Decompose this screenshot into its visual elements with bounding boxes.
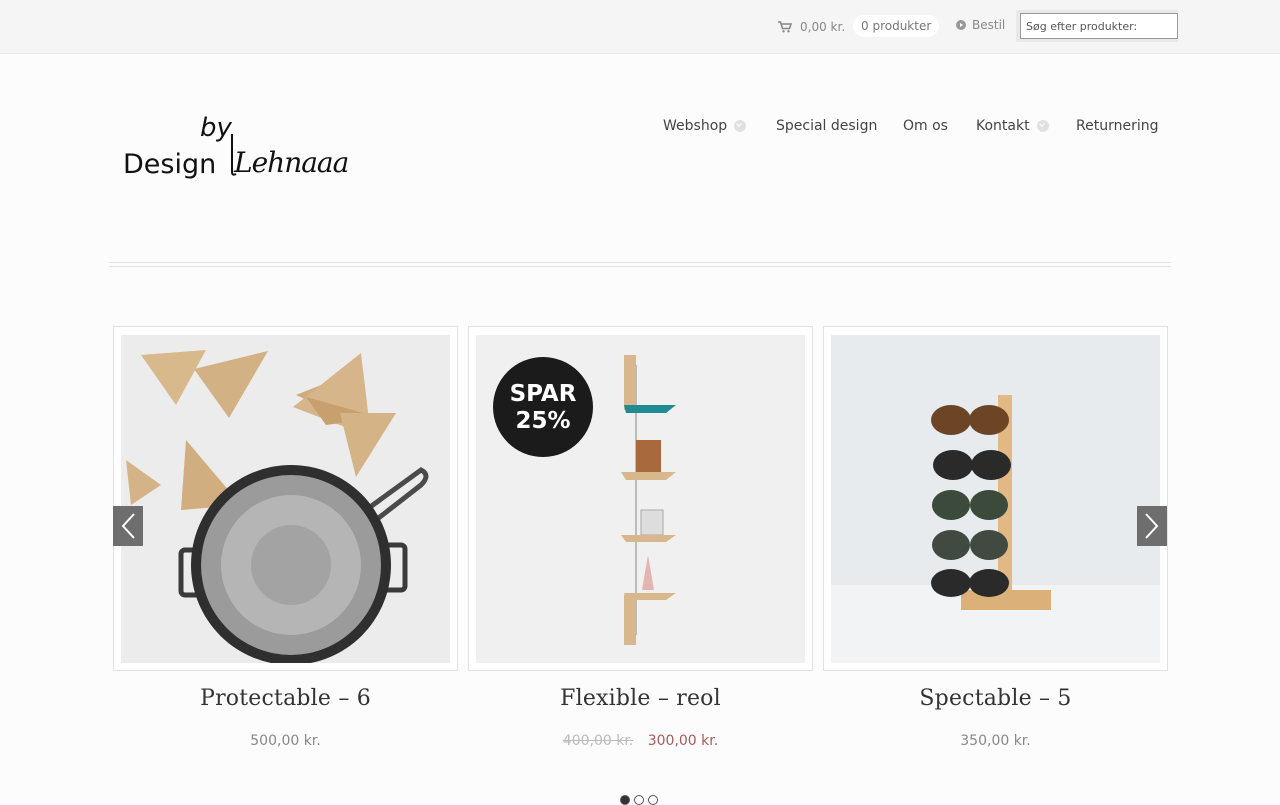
slider-dots [620, 795, 658, 805]
nav-kontakt[interactable]: Kontakt [976, 118, 1049, 134]
product-card[interactable] [823, 326, 1168, 671]
chevron-down-icon [1036, 120, 1049, 132]
svg-text:SPAR: SPAR [510, 381, 577, 407]
product-price: 350,00 kr. [823, 733, 1168, 749]
nav-returnering[interactable]: Returnering [1076, 118, 1158, 134]
nav-om-os[interactable]: Om os [903, 118, 948, 134]
site-logo[interactable]: by Design Lehnaaa [120, 112, 405, 184]
top-bar: 0,00 kr. 0 produkter Bestil [0, 0, 1280, 54]
sale-price: 300,00 kr. [647, 733, 719, 749]
search-box [1016, 10, 1178, 42]
nav-label: Om os [903, 118, 948, 134]
cart-link[interactable]: 0,00 kr. [778, 17, 845, 37]
product-title[interactable]: Spectable – 5 [823, 686, 1168, 711]
search-input[interactable] [1020, 13, 1178, 39]
old-price: 400,00 kr. [562, 733, 634, 749]
svg-text:Lehnaaa: Lehnaaa [233, 146, 348, 179]
price-value: 350,00 kr. [960, 733, 1031, 749]
nav-label: Webshop [663, 118, 728, 134]
chevron-left-icon [121, 513, 135, 539]
product-price: 500,00 kr. [113, 733, 458, 749]
cart-count-badge[interactable]: 0 produkter [853, 15, 940, 37]
nav-label: Returnering [1076, 118, 1159, 134]
product-price: 400,00 kr. 300,00 kr. [468, 733, 813, 749]
product-image[interactable] [121, 335, 450, 663]
product-card[interactable]: SPAR 25% [468, 326, 813, 671]
slider-dot[interactable] [648, 795, 658, 805]
nav-webshop[interactable]: Webshop [663, 118, 747, 134]
slider-dot[interactable] [620, 795, 630, 805]
slider-dot[interactable] [634, 795, 644, 805]
svg-text:by: by [200, 113, 233, 143]
chevron-down-icon [734, 120, 747, 132]
cart-icon [778, 21, 792, 33]
nav-label: Special design [776, 118, 878, 134]
nav-special-design[interactable]: Special design [776, 118, 877, 134]
product-image[interactable] [831, 335, 1160, 663]
checkout-link[interactable]: Bestil [956, 18, 1005, 32]
circle-arrow-icon [956, 20, 966, 30]
product-card[interactable] [113, 326, 458, 671]
price-value: 500,00 kr. [250, 733, 321, 749]
product-title[interactable]: Protectable – 6 [113, 686, 458, 711]
svg-text:Design: Design [123, 149, 216, 180]
slider-prev-button[interactable] [113, 506, 143, 546]
svg-text:25%: 25% [515, 408, 570, 434]
cart-total: 0,00 kr. [800, 20, 846, 34]
checkout-label: Bestil [972, 18, 1006, 32]
product-title[interactable]: Flexible – reol [468, 686, 813, 711]
chevron-right-icon [1145, 513, 1159, 539]
header-divider [109, 262, 1171, 267]
slider-next-button[interactable] [1137, 506, 1167, 546]
sale-badge [493, 357, 593, 457]
product-image[interactable]: SPAR 25% [476, 335, 805, 663]
nav-label: Kontakt [976, 118, 1030, 134]
